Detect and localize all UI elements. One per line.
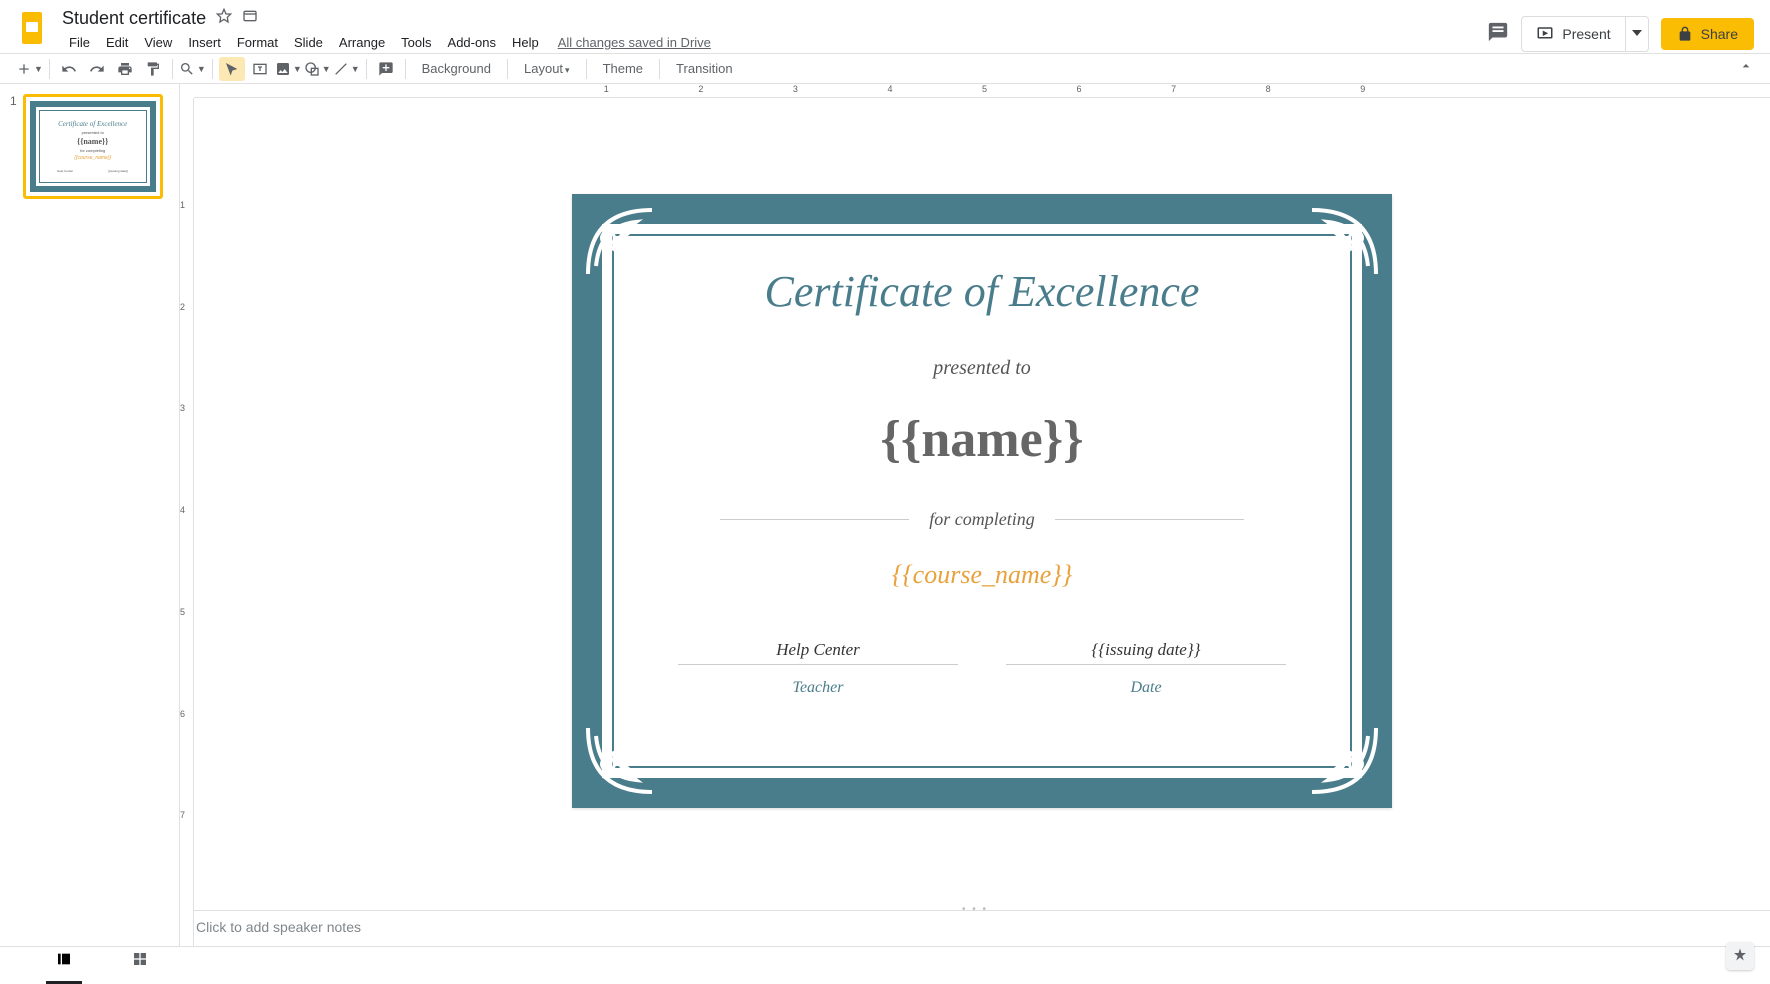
vertical-ruler[interactable]: 1 2 3 4 5 6 7 (180, 98, 194, 946)
comment-tool[interactable] (373, 57, 399, 81)
menu-arrange[interactable]: Arrange (332, 31, 392, 54)
chevron-down-icon: ▾ (565, 65, 570, 75)
undo-button[interactable] (56, 57, 82, 81)
menu-format[interactable]: Format (230, 31, 285, 54)
divider (1055, 519, 1245, 520)
menu-tools[interactable]: Tools (394, 31, 438, 54)
name-placeholder[interactable]: {{name}} (880, 410, 1083, 469)
menu-file[interactable]: File (62, 31, 97, 54)
collapse-icon[interactable] (1738, 58, 1754, 79)
horizontal-ruler[interactable]: 1 2 3 4 5 6 7 8 9 (194, 84, 1770, 98)
speaker-notes[interactable]: Click to add speaker notes (180, 910, 1770, 946)
separator (659, 59, 660, 79)
present-button[interactable]: Present (1522, 18, 1624, 50)
slide-canvas[interactable]: Certificate of Excellence presented to {… (572, 194, 1392, 808)
layout-button[interactable]: Layout▾ (514, 57, 580, 80)
chevron-down-icon: ▼ (34, 64, 43, 74)
chevron-down-icon: ▼ (322, 64, 331, 74)
zoom-button[interactable]: ▼ (179, 57, 206, 81)
document-title[interactable]: Student certificate (62, 8, 206, 29)
ornament-icon (580, 202, 660, 282)
transition-button[interactable]: Transition (666, 57, 743, 80)
ornament-icon (580, 720, 660, 800)
present-dropdown[interactable] (1625, 17, 1648, 51)
chevron-down-icon: ▼ (351, 64, 360, 74)
separator (507, 59, 508, 79)
separator (212, 59, 213, 79)
line-tool[interactable]: ▼ (333, 57, 360, 81)
slides-logo[interactable] (16, 10, 52, 46)
move-icon[interactable] (242, 8, 258, 29)
background-button[interactable]: Background (412, 57, 501, 80)
certificate-title[interactable]: Certificate of Excellence (765, 266, 1200, 317)
share-button[interactable]: Share (1661, 18, 1754, 50)
star-icon[interactable] (216, 8, 232, 29)
present-label: Present (1562, 26, 1610, 42)
paint-format-button[interactable] (140, 57, 166, 81)
image-tool[interactable]: ▼ (275, 57, 302, 81)
save-status[interactable]: All changes saved in Drive (558, 35, 711, 50)
menu-slide[interactable]: Slide (287, 31, 330, 54)
chevron-down-icon: ▼ (197, 64, 206, 74)
comments-icon[interactable] (1487, 21, 1509, 48)
slide-number: 1 (10, 94, 17, 199)
teacher-label[interactable]: Teacher (793, 679, 844, 697)
select-tool[interactable] (219, 57, 245, 81)
course-placeholder[interactable]: {{course_name}} (892, 560, 1072, 590)
filmstrip-view-tab[interactable] (46, 945, 82, 978)
explore-button[interactable] (1726, 942, 1754, 970)
print-button[interactable] (112, 57, 138, 81)
date-value[interactable]: {{issuing date}} (1006, 640, 1286, 665)
separator (49, 59, 50, 79)
textbox-tool[interactable] (247, 57, 273, 81)
completing-label[interactable]: for completing (929, 509, 1035, 530)
shape-tool[interactable]: ▼ (304, 57, 331, 81)
date-label[interactable]: Date (1130, 679, 1161, 697)
divider (720, 519, 910, 520)
separator (586, 59, 587, 79)
share-label: Share (1701, 26, 1738, 42)
slide-thumbnail-1[interactable]: Certificate of Excellence presented to {… (23, 94, 163, 199)
grid-view-tab[interactable] (122, 945, 158, 978)
presented-to-label[interactable]: presented to (933, 357, 1031, 380)
separator (366, 59, 367, 79)
teacher-value[interactable]: Help Center (678, 640, 958, 665)
theme-button[interactable]: Theme (593, 57, 653, 80)
separator (405, 59, 406, 79)
menu-edit[interactable]: Edit (99, 31, 135, 54)
chevron-down-icon: ▼ (293, 64, 302, 74)
slide-panel[interactable]: 1 Certificate of Excellence presented to… (0, 84, 180, 946)
menu-view[interactable]: View (137, 31, 179, 54)
menu-addons[interactable]: Add-ons (441, 31, 503, 54)
menu-insert[interactable]: Insert (181, 31, 228, 54)
ornament-icon (1304, 202, 1384, 282)
menu-help[interactable]: Help (505, 31, 546, 54)
redo-button[interactable] (84, 57, 110, 81)
new-slide-button[interactable]: ▼ (16, 57, 43, 81)
ornament-icon (1304, 720, 1384, 800)
separator (172, 59, 173, 79)
